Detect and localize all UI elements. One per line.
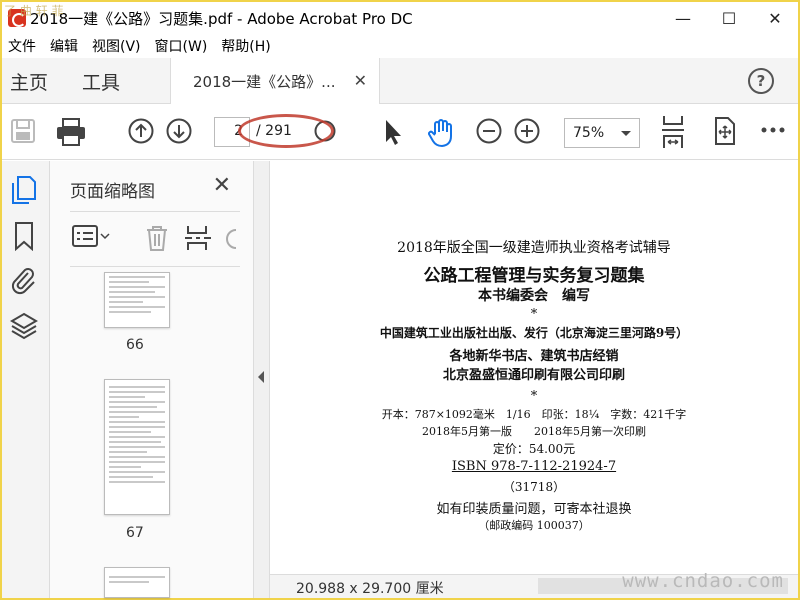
zoom-select[interactable]: 75% <box>564 118 640 148</box>
doc-line-title: 公路工程管理与实务复习题集 <box>423 266 645 286</box>
hand-tool-icon[interactable] <box>426 118 456 148</box>
full-screen-icon[interactable] <box>712 116 738 146</box>
attachments-icon[interactable] <box>10 265 38 299</box>
menu-file[interactable]: 文件 <box>2 36 44 56</box>
next-page-icon[interactable] <box>166 118 192 144</box>
thumbnail-label-66: 66 <box>126 337 144 353</box>
doc-line-separator: * <box>530 307 538 322</box>
tab-home[interactable]: 主页 <box>10 68 48 95</box>
page-thumbnails-icon[interactable] <box>10 175 38 209</box>
maximize-button[interactable]: ☐ <box>706 2 752 34</box>
tab-tools[interactable]: 工具 <box>82 68 120 95</box>
document-tab-label: 2018一建《公路》... <box>193 72 336 91</box>
doc-line-format: 开本：787×1092毫米 1/16 印张：18¼ 字数：421千字 <box>381 408 687 421</box>
chevron-down-icon <box>621 131 631 136</box>
doc-line-separator-2: * <box>530 389 538 404</box>
insert-page-icon[interactable] <box>184 224 212 256</box>
doc-line-printer: 北京盈盛恒通印刷有限公司印刷 <box>442 368 625 383</box>
layers-icon[interactable] <box>10 311 38 345</box>
menu-bar: 文件 编辑 视图(V) 窗口(W) 帮助(H) <box>2 34 798 58</box>
thumbnail-options-icon[interactable] <box>72 224 110 254</box>
zoom-out-icon[interactable] <box>476 118 502 144</box>
more-options-icon[interactable] <box>760 126 786 134</box>
close-tab-icon[interactable]: ✕ <box>354 71 367 90</box>
site-watermark: www.cndao.com <box>622 570 784 592</box>
title-bar: 2018一建《公路》习题集.pdf - Adobe Acrobat Pro DC… <box>2 2 798 34</box>
menu-edit[interactable]: 编辑 <box>44 36 86 56</box>
help-icon[interactable]: ? <box>748 68 774 94</box>
panel-toolbar <box>70 211 240 267</box>
tab-bar: 主页 工具 2018一建《公路》... ✕ ? <box>2 58 798 104</box>
collapse-panel-icon[interactable] <box>258 371 264 383</box>
panel-splitter[interactable] <box>254 161 270 598</box>
doc-line-publisher: 中国建筑工业出版社出版、发行（北京海淀三里河路9号） <box>379 326 689 340</box>
doc-line-postcode: （邮政编码 100037） <box>478 519 590 532</box>
thumbnail-page-68[interactable] <box>104 567 170 598</box>
doc-line-isbn: ISBN 978-7-112-21924-7 <box>270 459 798 474</box>
scroll-mode-icon[interactable] <box>660 114 686 150</box>
menu-help[interactable]: 帮助(H) <box>215 36 278 56</box>
doc-line-editor: 本书编委会 编写 <box>478 288 590 304</box>
zoom-value: 75% <box>573 125 605 141</box>
minimize-button[interactable]: — <box>660 2 706 34</box>
doc-line-edition: 2018年5月第一版 2018年5月第一次印刷 <box>422 425 646 438</box>
rotate-icon[interactable] <box>224 224 238 256</box>
previous-page-icon[interactable] <box>128 118 154 144</box>
menu-view[interactable]: 视图(V) <box>86 36 149 56</box>
doc-line-distributor: 各地新华书店、建筑书店经销 <box>449 349 619 364</box>
bookmarks-icon[interactable] <box>10 221 38 255</box>
save-icon[interactable] <box>10 118 36 144</box>
corner-watermark: 了 曲 轩 菲 <box>4 4 64 18</box>
doc-line-code: （31718） <box>502 480 566 494</box>
document-view[interactable]: 2018年版全国一级建造师执业资格考试辅导 公路工程管理与实务复习题集 本书编委… <box>270 161 798 574</box>
close-window-button[interactable]: ✕ <box>752 2 798 34</box>
page-size-readout: 20.988 x 29.700 厘米 <box>296 581 444 597</box>
thumbnail-page-67[interactable] <box>104 379 170 515</box>
tab-document[interactable]: 2018一建《公路》... ✕ <box>170 58 380 104</box>
toolbar: 2 / 291 75% <box>2 104 798 160</box>
window-title: 2018一建《公路》习题集.pdf - Adobe Acrobat Pro DC <box>30 9 413 28</box>
annotation-oval <box>238 114 334 148</box>
doc-line-price: 定价：54.00元 <box>492 442 576 456</box>
print-icon[interactable] <box>56 118 86 146</box>
thumbnail-panel: 页面缩略图 ✕ 66 67 ▲ ▼ <box>50 161 294 598</box>
panel-title: 页面缩略图 <box>70 182 155 202</box>
menu-window[interactable]: 窗口(W) <box>149 36 216 56</box>
left-navigation-rail <box>2 161 50 598</box>
doc-line-return: 如有印装质量问题，可寄本社退换 <box>436 502 632 517</box>
thumbnail-page-66[interactable] <box>104 272 170 328</box>
trash-icon[interactable] <box>144 224 170 256</box>
thumbnail-label-67: 67 <box>126 525 144 541</box>
doc-line-series: 2018年版全国一级建造师执业资格考试辅导 <box>397 240 671 256</box>
close-panel-icon[interactable]: ✕ <box>213 173 231 198</box>
select-cursor-icon[interactable] <box>382 118 404 146</box>
window-controls: — ☐ ✕ <box>660 2 798 34</box>
isbn-text: ISBN 978-7-112-21924-7 <box>451 459 617 474</box>
zoom-in-icon[interactable] <box>514 118 540 144</box>
